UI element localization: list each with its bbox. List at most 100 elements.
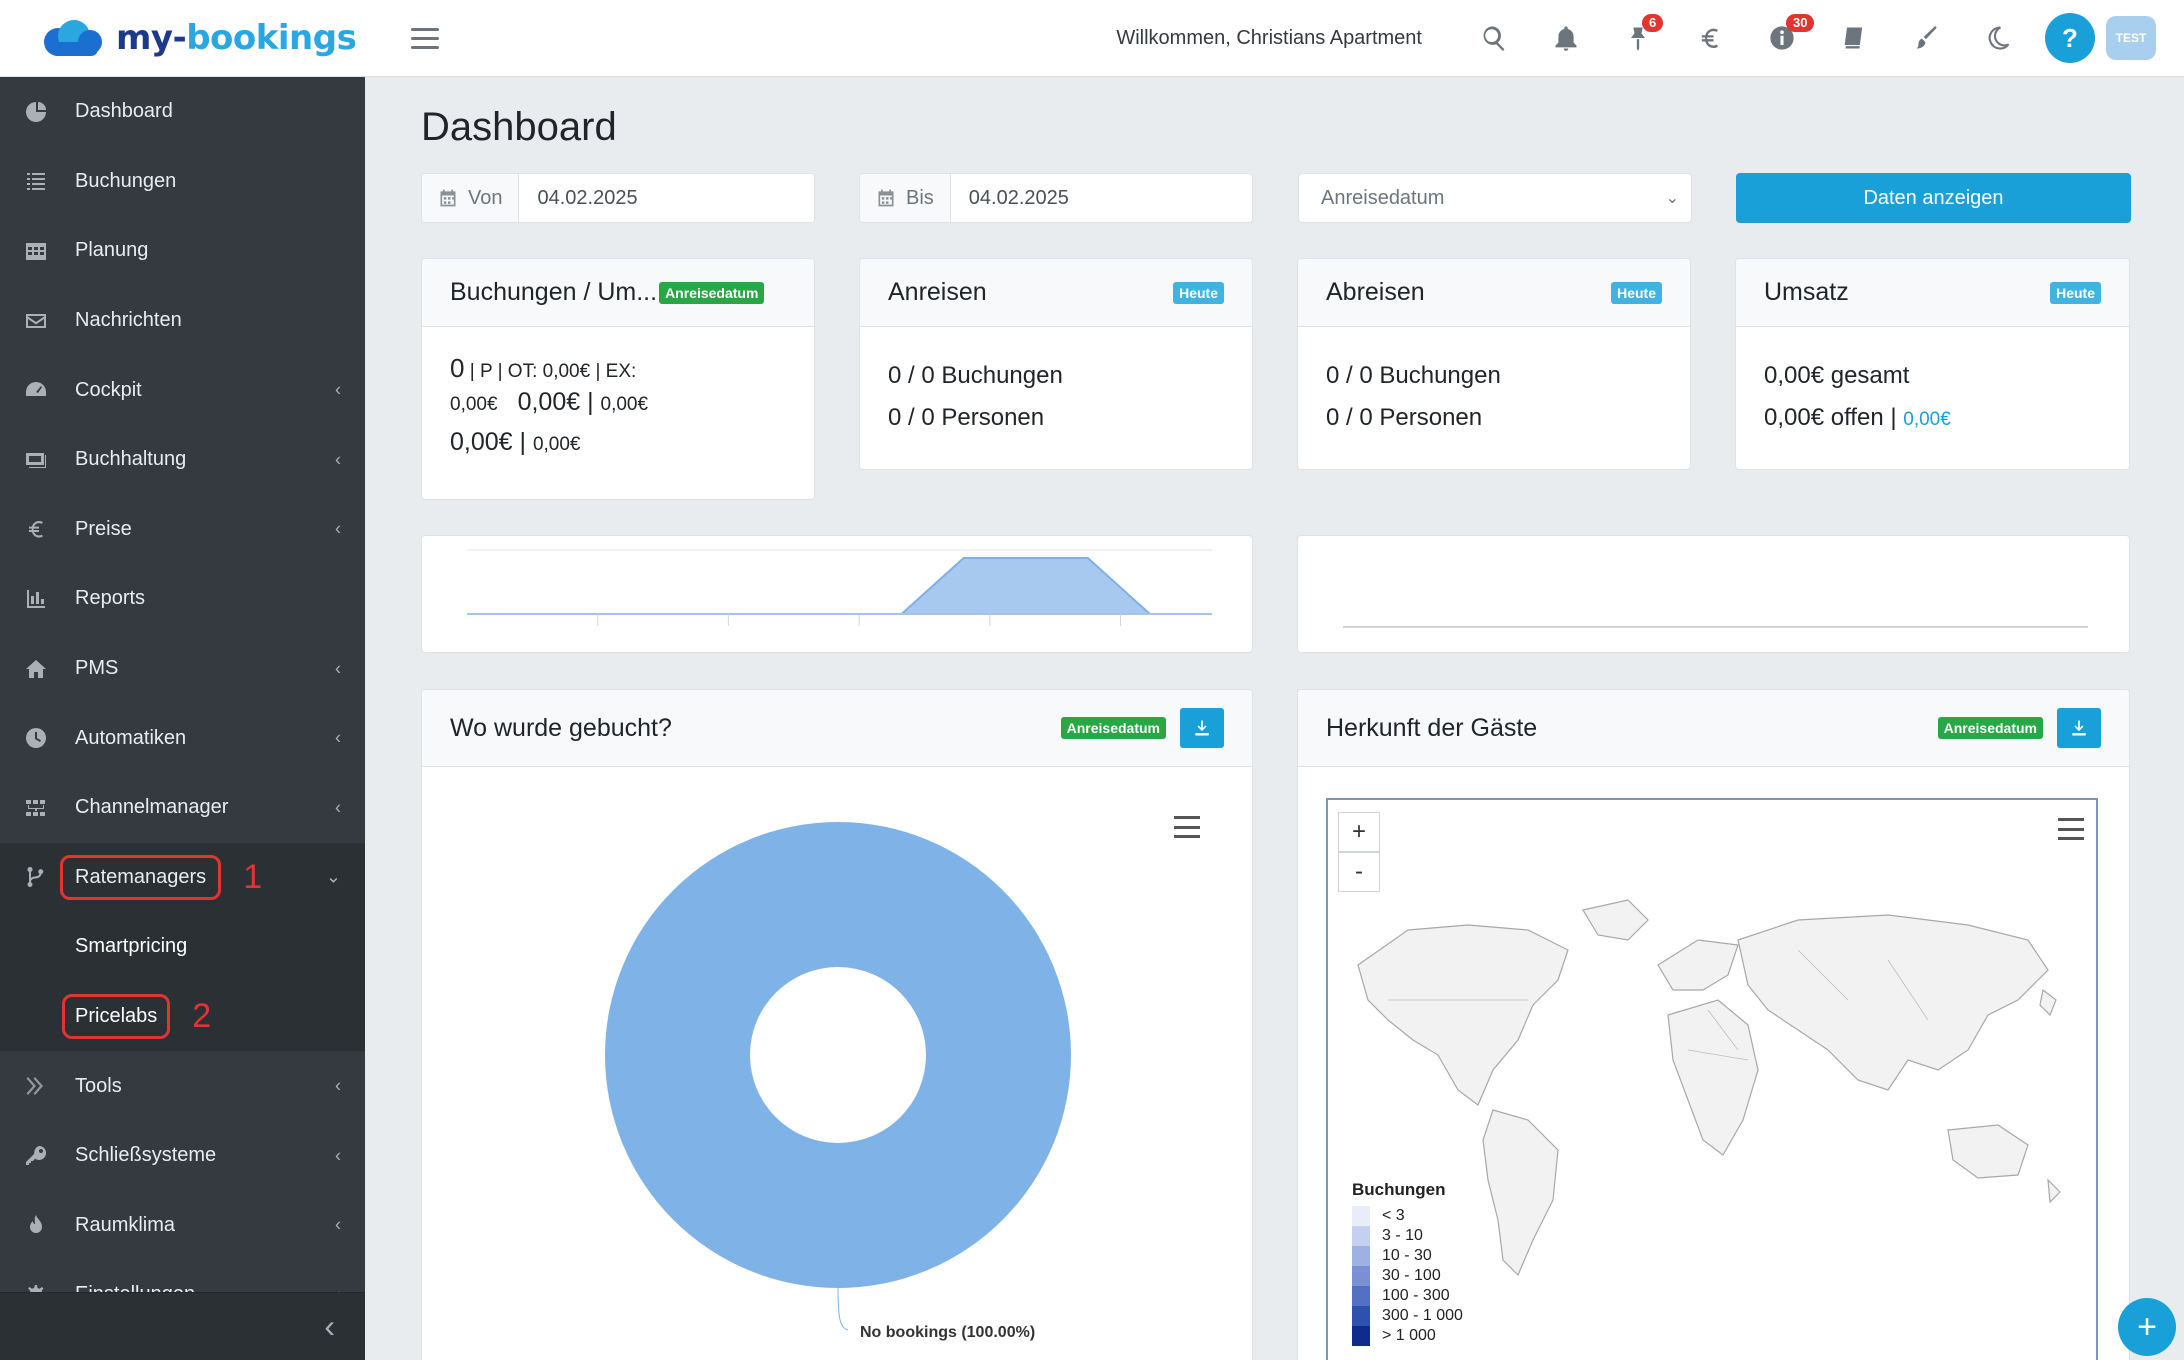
legend-label: 30 - 100 (1382, 1267, 1441, 1284)
legend-label: 3 - 10 (1382, 1227, 1423, 1244)
area-series (467, 557, 1212, 615)
date-from-addon: Von (422, 174, 520, 222)
date-from-input[interactable]: 04.02.2025 (519, 174, 814, 222)
sidebar-item-dashboard[interactable]: Dashboard (0, 77, 365, 147)
calendar-icon (440, 189, 456, 207)
sidebar-item-buchhaltung[interactable]: Buchhaltung ‹ (0, 425, 365, 495)
arrival-date-badge: Anreisedatum (1937, 717, 2043, 739)
envelope-icon (22, 307, 50, 335)
legend-item: 100 - 300 (1352, 1286, 1463, 1306)
pin-badge: 6 (1642, 13, 1664, 32)
sidebar-item-planung[interactable]: Planung (0, 216, 365, 286)
legend-item: 10 - 30 (1352, 1246, 1463, 1266)
cloud-logo-icon (44, 20, 102, 56)
branch-icon (22, 863, 50, 891)
card-body: 0 / 0 Buchungen 0 / 0 Personen (888, 362, 1063, 431)
top-navbar: my-bookings Willkommen, Christians Apart… (0, 0, 2184, 77)
euro-icon (22, 515, 50, 543)
pin-notification-icon[interactable]: 6 (1602, 0, 1674, 77)
bell-icon[interactable] (1530, 0, 1602, 77)
arrival-date-badge: Anreisedatum (659, 281, 765, 304)
sidebar-collapse-bar: ‹ (0, 1292, 365, 1360)
card-body: 0,00€ gesamt 0,00€ offen | 0,00€ (1764, 362, 1951, 431)
sidebar-item-tools[interactable]: Tools ‹ (0, 1051, 365, 1121)
sidebar-item-cockpit[interactable]: Cockpit ‹ (0, 355, 365, 425)
book-icon[interactable] (1818, 0, 1890, 77)
info-icon[interactable]: 30 (1746, 0, 1818, 77)
sidebar-item-schliesssysteme[interactable]: Schließsysteme ‹ (0, 1121, 365, 1191)
legend-item: > 1 000 (1352, 1326, 1463, 1346)
sidebar: Dashboard Buchungen Planung Nachrichten … (0, 77, 365, 1360)
sidebar-item-automatiken[interactable]: Automatiken ‹ (0, 703, 365, 773)
moon-icon[interactable] (1962, 0, 2034, 77)
calendar-icon (878, 189, 894, 207)
pricelabs-highlight: Pricelabs (62, 994, 171, 1040)
sidebar-item-pms[interactable]: PMS ‹ (0, 634, 365, 704)
home-icon (22, 655, 50, 683)
annotation-number-1: 1 (243, 857, 263, 896)
download-button[interactable] (2057, 708, 2101, 748)
open-amount-link[interactable]: 0,00€ (1903, 409, 1951, 430)
chevron-left-icon: ‹ (335, 658, 341, 679)
euro-icon[interactable] (1674, 0, 1746, 77)
legend-swatch (1352, 1286, 1370, 1306)
date-to-addon: Bis (860, 174, 951, 222)
booking-channel-donut: No bookings (100.00%) (605, 822, 1071, 1341)
card-body: 0 / 0 Buchungen 0 / 0 Personen (1326, 362, 1501, 431)
legend-swatch (1352, 1326, 1370, 1346)
download-button[interactable] (1180, 708, 1224, 748)
sidebar-item-preise[interactable]: Preise ‹ (0, 495, 365, 565)
chevron-left-icon: ‹ (335, 797, 341, 818)
welcome-text: Willkommen, Christians Apartment (1116, 26, 1422, 49)
key-icon (22, 1142, 50, 1170)
card-header: Wo wurde gebucht? Anreisedatum (422, 690, 1252, 767)
sidebar-item-reports[interactable]: Reports (0, 564, 365, 634)
legend-item: < 3 (1352, 1206, 1463, 1226)
collapse-sidebar-icon[interactable]: ‹ (324, 1308, 335, 1345)
add-button[interactable]: + (2118, 1298, 2176, 1356)
tools-icon (22, 1072, 50, 1100)
search-icon[interactable] (1458, 0, 1530, 77)
show-data-button[interactable]: Daten anzeigen (1736, 173, 2131, 223)
menu-toggle-icon[interactable] (411, 24, 439, 52)
card-body: 0 | P | OT: 0,00€ | EX: 0,00€ 0,00€ | 0,… (450, 353, 649, 456)
sidebar-item-raumklima[interactable]: Raumklima ‹ (0, 1191, 365, 1261)
help-button[interactable]: ? (2045, 13, 2095, 63)
donut-slice (605, 822, 1071, 1288)
download-icon (2072, 720, 2086, 736)
date-type-select[interactable]: Anreisedatum ⌄ (1298, 173, 1692, 223)
card-header: Umsatz Heute (1736, 259, 2129, 327)
annotation-number-2: 2 (192, 997, 212, 1036)
card-guest-origin: Herkunft der Gäste Anreisedatum + - Buch… (1297, 689, 2130, 1360)
paintbrush-icon[interactable] (1890, 0, 1962, 77)
sidebar-group-ratemanagers: Ratemanagers 1 ⌄ Smartpricing Pricelabs … (0, 842, 365, 1052)
brand-logo[interactable]: my-bookings (0, 0, 365, 77)
sitemap-icon (22, 794, 50, 822)
sidebar-subitem-pricelabs[interactable]: Pricelabs 2 (0, 982, 365, 1052)
sidebar-item-channelmanager[interactable]: Channelmanager ‹ (0, 773, 365, 843)
slice-data-label: No bookings (100.00%) (860, 1324, 1035, 1341)
card-booking-channels: Wo wurde gebucht? Anreisedatum No bookin… (421, 689, 1253, 1360)
info-badge: 30 (1786, 13, 1815, 32)
sidebar-item-buchungen[interactable]: Buchungen (0, 147, 365, 217)
empty-chart (1343, 626, 2088, 628)
sidebar-subitem-smartpricing[interactable]: Smartpricing (0, 912, 365, 982)
calendar-grid-icon (22, 237, 50, 265)
card-header: Buchungen / Um... Anreisedatum (422, 259, 814, 327)
world-map[interactable]: + - Buchungen < 3 3 - 10 10 - 30 30 - 10… (1326, 798, 2098, 1360)
user-avatar[interactable]: TEST (2106, 16, 2156, 60)
chevron-down-icon: ⌄ (325, 866, 341, 887)
today-badge: Heute (1173, 281, 1224, 304)
today-badge: Heute (2050, 281, 2101, 304)
arrival-date-badge: Anreisedatum (1060, 717, 1166, 739)
sidebar-item-ratemanagers[interactable]: Ratemanagers 1 ⌄ (0, 843, 365, 913)
sidebar-item-nachrichten[interactable]: Nachrichten (0, 286, 365, 356)
chevron-left-icon: ‹ (335, 1075, 341, 1096)
legend-swatch (1352, 1246, 1370, 1266)
money-icon (22, 446, 50, 474)
date-to-input[interactable]: 04.02.2025 (950, 174, 1252, 222)
legend-item: 3 - 10 (1352, 1226, 1463, 1246)
chevron-left-icon: ‹ (335, 379, 341, 400)
booking-trend-chart (467, 549, 1212, 626)
date-to-group: Bis 04.02.2025 (859, 173, 1253, 223)
